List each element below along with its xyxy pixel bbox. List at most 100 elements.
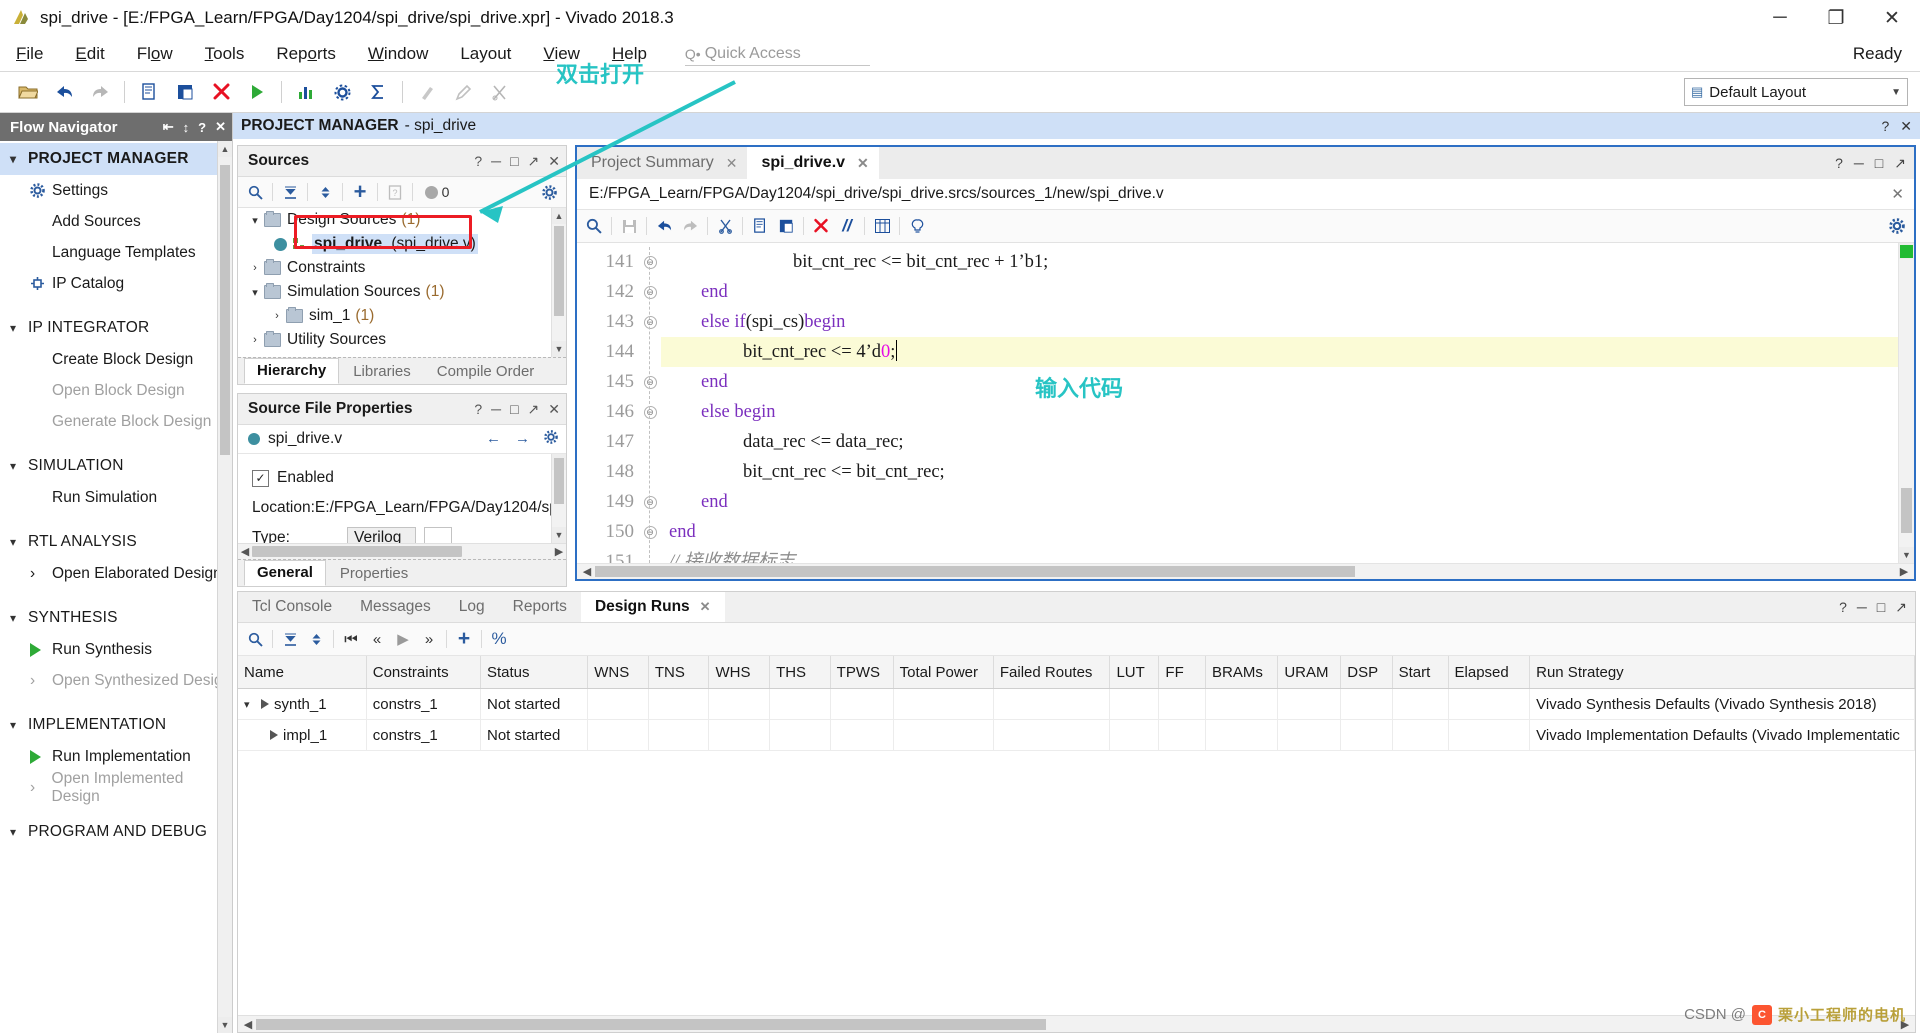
help-icon[interactable]: ? xyxy=(474,401,482,417)
col-tns[interactable]: TNS xyxy=(648,656,710,689)
sidebar-item-open-synthesized-design[interactable]: › Open Synthesized Design xyxy=(0,665,232,696)
collapse-all-icon[interactable] xyxy=(277,180,303,204)
tree-item-simulation-sources[interactable]: ▾ Simulation Sources (1) xyxy=(238,280,566,304)
open-project-icon[interactable] xyxy=(10,76,46,108)
float-icon[interactable]: ↗ xyxy=(528,153,540,170)
maximize-icon[interactable]: □ xyxy=(1877,599,1885,615)
paste-icon[interactable] xyxy=(167,76,203,108)
cut-icon[interactable] xyxy=(712,214,738,238)
menu-tools[interactable]: Tools xyxy=(189,37,261,71)
col-name[interactable]: Name xyxy=(238,656,367,689)
minimize-button[interactable]: ─ xyxy=(1752,0,1808,36)
scrollbar-thumb[interactable] xyxy=(554,226,564,316)
design-runs-hscrollbar[interactable]: ◀ ▶ xyxy=(238,1015,1915,1032)
expand-all-icon[interactable] xyxy=(312,180,338,204)
sort-icon[interactable]: ↕ xyxy=(183,120,190,135)
cell-name[interactable]: impl_1 xyxy=(238,719,367,751)
sidebar-item-run-simulation[interactable]: Run Simulation xyxy=(0,482,232,513)
table-row[interactable]: ▾ synth_1 constrs_1 Not started Vivado S… xyxy=(238,688,1915,720)
settings-icon[interactable] xyxy=(324,76,360,108)
fold-toggle[interactable]: ⊖ xyxy=(639,367,661,397)
table-row[interactable]: impl_1 constrs_1 Not started Vivado Impl… xyxy=(238,719,1915,751)
layout-select[interactable]: ▤ Default Layout ▼ xyxy=(1684,78,1908,106)
tab-project-summary[interactable]: Project Summary ✕ xyxy=(577,147,747,179)
code-line[interactable]: bit_cnt_rec <= bit_cnt_rec; xyxy=(661,457,1914,487)
close-icon[interactable]: ✕ xyxy=(1891,185,1904,203)
tab-properties[interactable]: Properties xyxy=(328,562,420,586)
col-wns[interactable]: WNS xyxy=(587,656,649,689)
report-icon[interactable] xyxy=(288,76,324,108)
col-ths[interactable]: THS xyxy=(769,656,831,689)
scroll-left-icon[interactable]: ◀ xyxy=(579,565,595,578)
scroll-right-icon[interactable]: ▶ xyxy=(1896,565,1912,578)
run-icon[interactable] xyxy=(239,76,275,108)
delete-icon[interactable] xyxy=(203,76,239,108)
plus-icon[interactable]: + xyxy=(451,627,477,651)
quick-access-input[interactable]: Q• Quick Access xyxy=(684,42,870,66)
close-icon[interactable]: ✕ xyxy=(857,155,869,172)
help-icon[interactable]: ? xyxy=(1835,155,1843,171)
menu-flow[interactable]: Flow xyxy=(121,37,189,71)
col-ff[interactable]: FF xyxy=(1158,656,1207,689)
help-icon[interactable]: ? xyxy=(1881,118,1889,135)
forward-arrow-icon[interactable]: → xyxy=(515,430,530,448)
chevron-right-icon[interactable]: › xyxy=(246,334,264,346)
code-line[interactable]: // 接收数据标志 xyxy=(661,547,1914,563)
type-value[interactable]: Verilog xyxy=(347,527,417,543)
float-icon[interactable]: ↗ xyxy=(528,401,540,418)
gear-icon[interactable] xyxy=(536,180,562,204)
collapse-all-icon[interactable]: ⇤ xyxy=(163,119,174,135)
sidebar-item-language-templates[interactable]: Language Templates xyxy=(0,237,232,268)
code-line[interactable]: end xyxy=(661,487,1914,517)
maximize-button[interactable]: ❐ xyxy=(1808,0,1864,36)
tree-item-constraints[interactable]: › Constraints xyxy=(238,256,566,280)
comment-icon[interactable]: // xyxy=(834,214,860,238)
search-icon[interactable] xyxy=(242,180,268,204)
minimize-icon[interactable]: ─ xyxy=(491,401,501,417)
fold-toggle[interactable]: ⊖ xyxy=(639,307,661,337)
scroll-left-icon[interactable]: ◀ xyxy=(238,545,252,558)
scroll-left-icon[interactable]: ◀ xyxy=(240,1018,256,1031)
tab-messages[interactable]: Messages xyxy=(346,592,445,622)
sidebar-item-open-implemented-design[interactable]: › Open Implemented Design xyxy=(0,770,232,805)
copy-icon[interactable] xyxy=(131,76,167,108)
menu-view[interactable]: View xyxy=(527,37,596,71)
scrollbar-thumb[interactable] xyxy=(1901,488,1912,533)
enabled-row[interactable]: ✓ Enabled xyxy=(252,463,566,493)
menu-edit[interactable]: Edit xyxy=(59,37,120,71)
minimize-icon[interactable]: ─ xyxy=(1854,155,1864,171)
tree-item-sim-1[interactable]: › sim_1 (1) xyxy=(238,304,566,328)
next-icon[interactable]: » xyxy=(416,627,442,651)
menu-help[interactable]: Help xyxy=(596,37,663,71)
enabled-checkbox[interactable]: ✓ xyxy=(252,469,269,487)
chevron-down-icon[interactable]: ▾ xyxy=(246,286,264,299)
fold-toggle[interactable]: ⊖ xyxy=(639,247,661,277)
tab-log[interactable]: Log xyxy=(445,592,499,622)
col-dsp[interactable]: DSP xyxy=(1340,656,1393,689)
close-icon[interactable]: ✕ xyxy=(215,119,226,135)
scroll-up-icon[interactable]: ▲ xyxy=(218,141,232,157)
code-line[interactable]: end xyxy=(661,517,1914,547)
sidebar-group-rtl-analysis[interactable]: ▾ RTL ANALYSIS xyxy=(0,526,232,558)
col-failed-routes[interactable]: Failed Routes xyxy=(993,656,1111,689)
sources-scrollbar[interactable]: ▲ ▼ xyxy=(551,208,566,357)
sidebar-group-program-and-debug[interactable]: ▾ PROGRAM AND DEBUG xyxy=(0,816,232,848)
undo-icon[interactable] xyxy=(46,76,82,108)
first-icon[interactable]: ⏮ xyxy=(338,627,364,651)
chevron-right-icon[interactable]: › xyxy=(246,262,264,274)
tab-design-runs[interactable]: Design Runs ✕ xyxy=(580,592,725,622)
tab-spi-drive-v[interactable]: spi_drive.v ✕ xyxy=(747,147,879,179)
gear-icon[interactable] xyxy=(544,430,558,448)
code-area[interactable]: 141 142 143 144 145 146 147 148 149 150 … xyxy=(577,243,1914,563)
menu-window[interactable]: Window xyxy=(352,37,444,71)
prev-icon[interactable]: « xyxy=(364,627,390,651)
tab-compile-order[interactable]: Compile Order xyxy=(425,360,547,384)
save-icon[interactable] xyxy=(616,214,642,238)
tab-hierarchy[interactable]: Hierarchy xyxy=(244,358,340,384)
col-uram[interactable]: URAM xyxy=(1277,656,1342,689)
float-icon[interactable]: ↗ xyxy=(1895,599,1907,616)
maximize-icon[interactable]: □ xyxy=(1875,155,1883,171)
sidebar-group-ip-integrator[interactable]: ▾ IP INTEGRATOR xyxy=(0,312,232,344)
search-icon[interactable] xyxy=(242,627,268,651)
sidebar-item-settings[interactable]: Settings xyxy=(0,175,232,206)
